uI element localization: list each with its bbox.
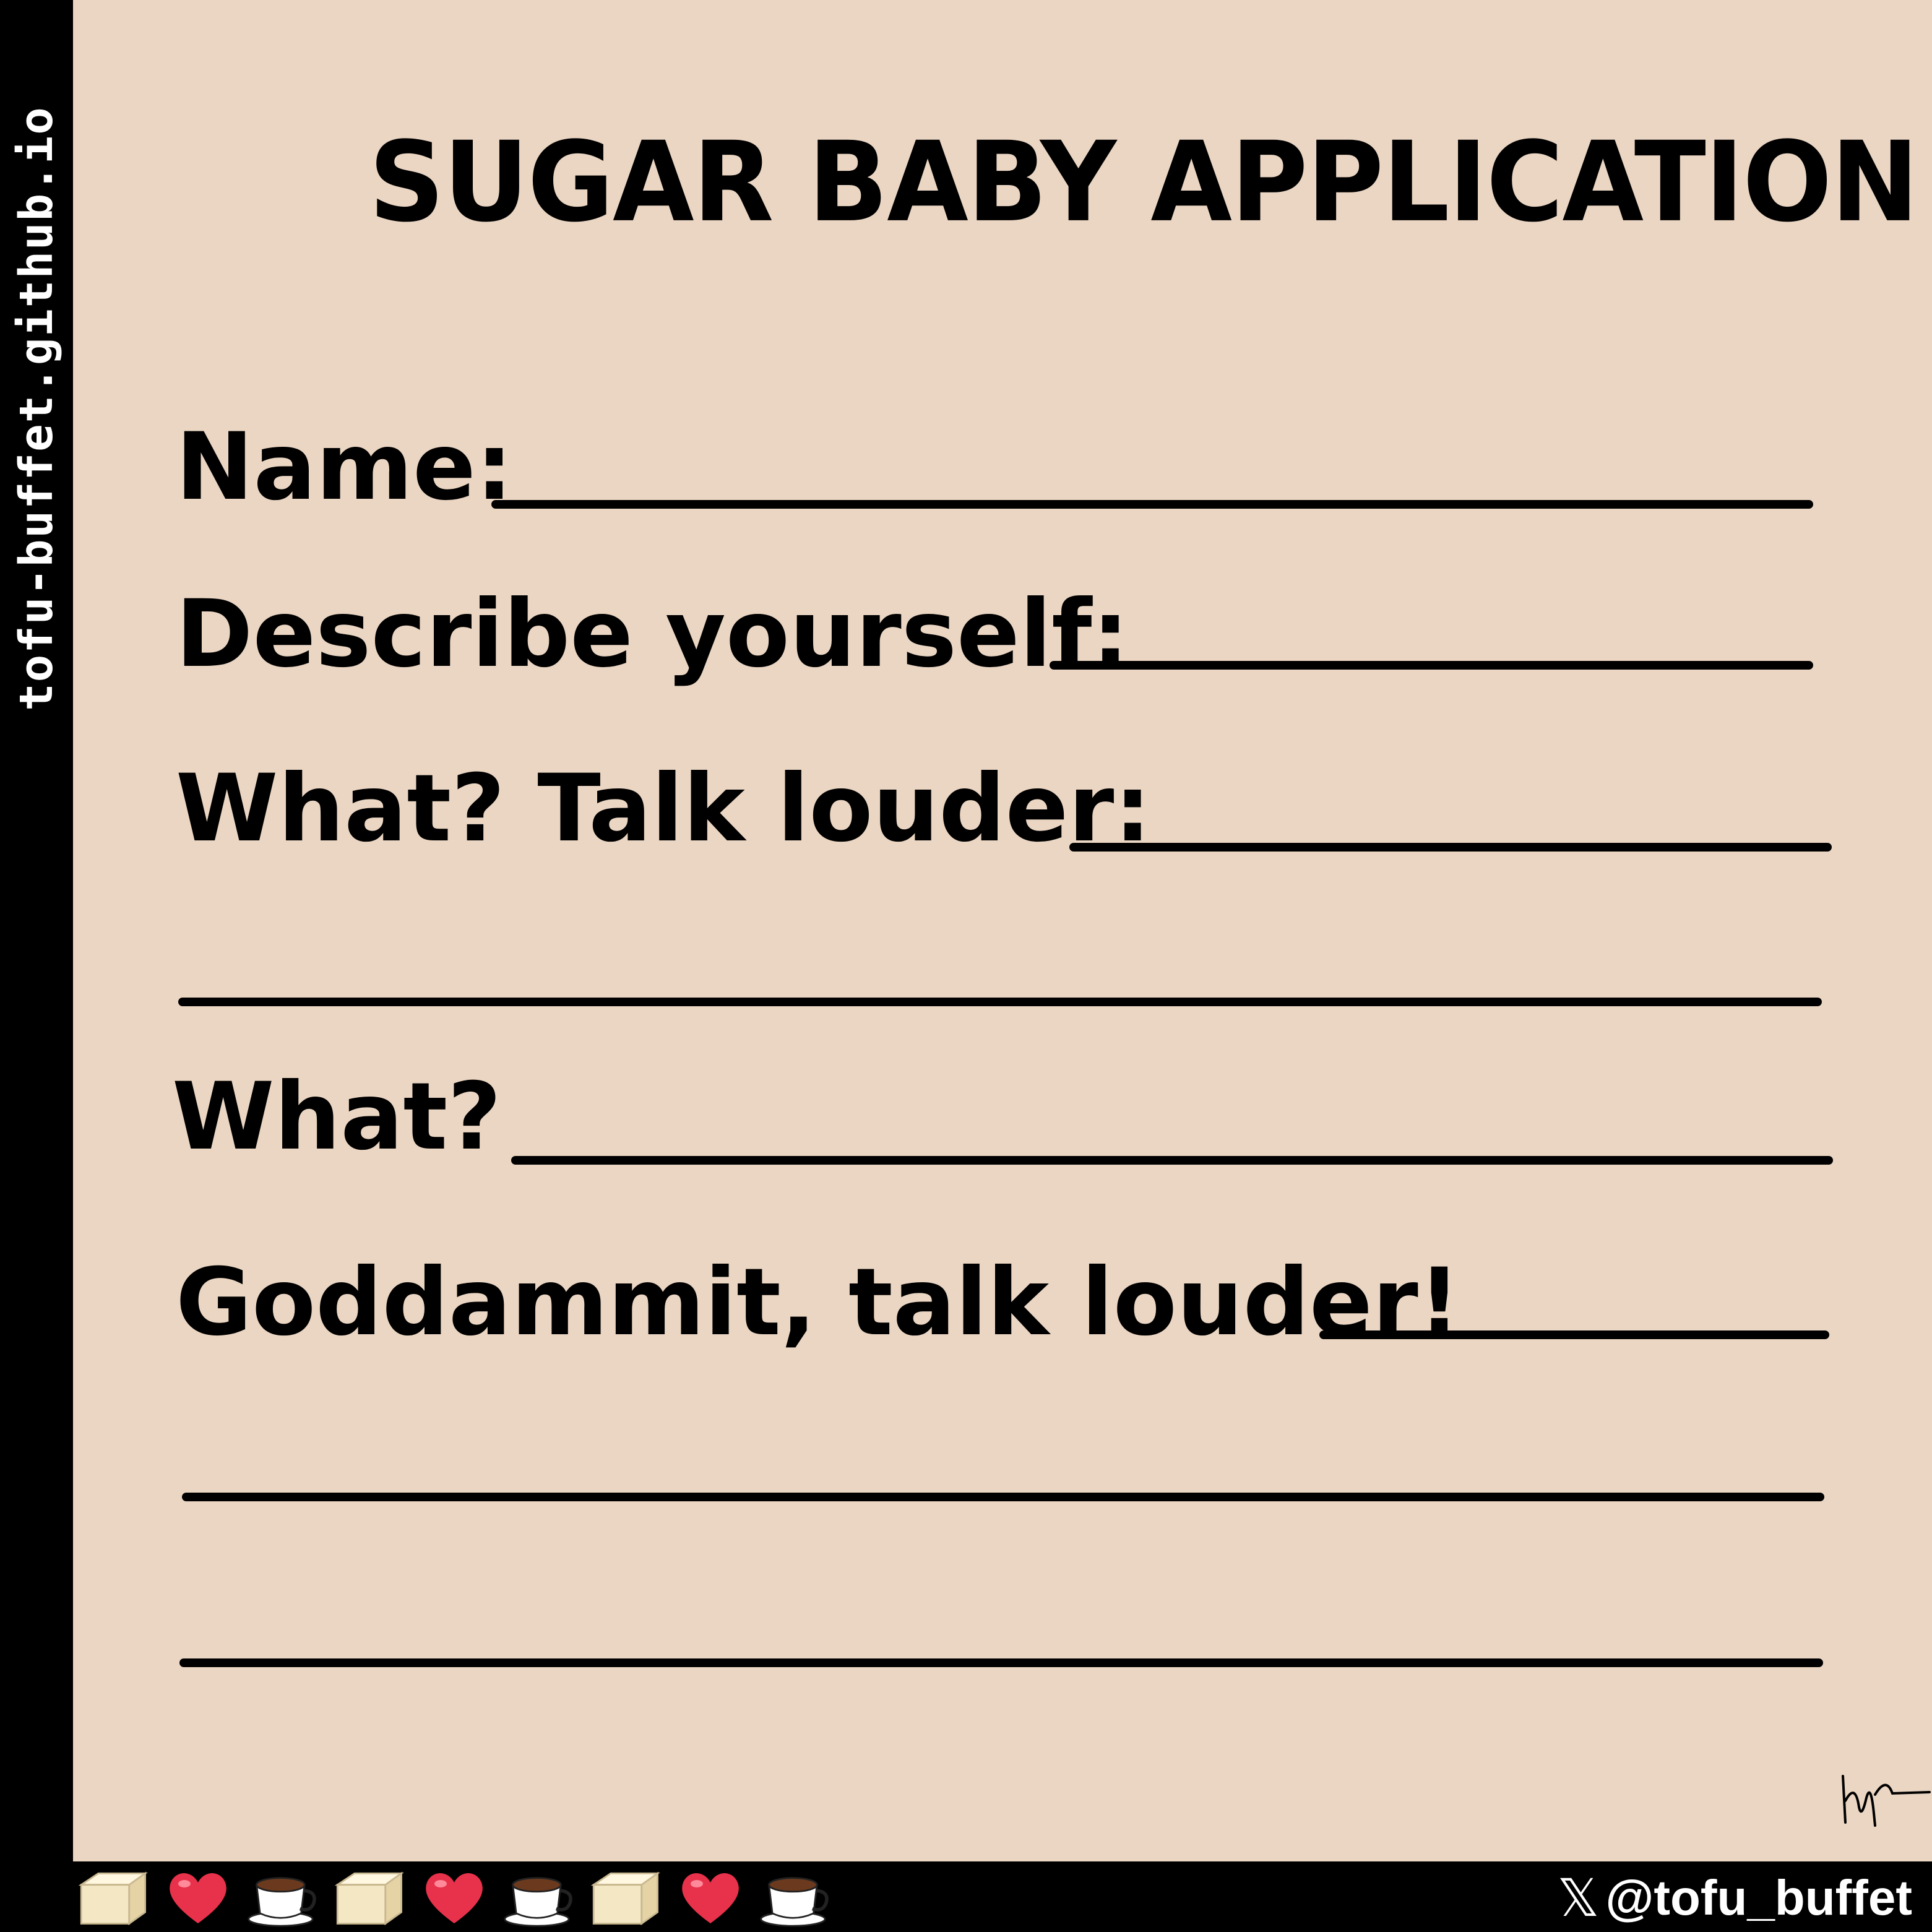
- footer-icons: [75, 1865, 833, 1930]
- name-label: Name:: [176, 413, 513, 521]
- x-logo-icon: 𝕏: [1557, 1869, 1600, 1927]
- goddammit-answer-line-2[interactable]: [182, 1493, 1824, 1501]
- artist-signature: [1842, 1775, 1931, 1827]
- footer-bar: 𝕏 @tofu_buffet: [0, 1861, 1932, 1932]
- coffee-icon: [502, 1865, 577, 1930]
- talk-louder-label: What? Talk louder:: [176, 755, 1152, 863]
- handle-text: @tofu_buffet: [1605, 1870, 1912, 1925]
- what-answer-line[interactable]: [511, 1156, 1833, 1165]
- name-answer-line[interactable]: [491, 500, 1813, 509]
- heart-icon: [161, 1865, 235, 1930]
- heart-icon: [417, 1865, 491, 1930]
- tofu-icon: [75, 1865, 150, 1930]
- goddammit-label: Goddammit, talk louder!: [176, 1249, 1461, 1356]
- goddammit-answer-line-3[interactable]: [179, 1658, 1823, 1667]
- goddammit-answer-line[interactable]: [1319, 1330, 1829, 1339]
- form-title: SUGAR BABY APPLICATION: [369, 118, 1919, 247]
- talk-louder-answer-line[interactable]: [1069, 843, 1832, 852]
- sidebar: tofu-buffet.github.io: [0, 0, 73, 1932]
- describe-answer-line[interactable]: [1050, 661, 1813, 670]
- tofu-icon: [588, 1865, 662, 1930]
- heart-icon: [673, 1865, 748, 1930]
- talk-louder-answer-line-2[interactable]: [178, 998, 1822, 1006]
- describe-yourself-label: Describe yourself:: [176, 580, 1129, 688]
- coffee-icon: [759, 1865, 833, 1930]
- social-handle[interactable]: 𝕏 @tofu_buffet: [1558, 1868, 1912, 1928]
- site-url: tofu-buffet.github.io: [10, 106, 63, 711]
- application-form: SUGAR BABY APPLICATION Name: Describe yo…: [73, 0, 1932, 1861]
- what-label: What?: [172, 1063, 502, 1171]
- tofu-icon: [332, 1865, 406, 1930]
- coffee-icon: [246, 1865, 321, 1930]
